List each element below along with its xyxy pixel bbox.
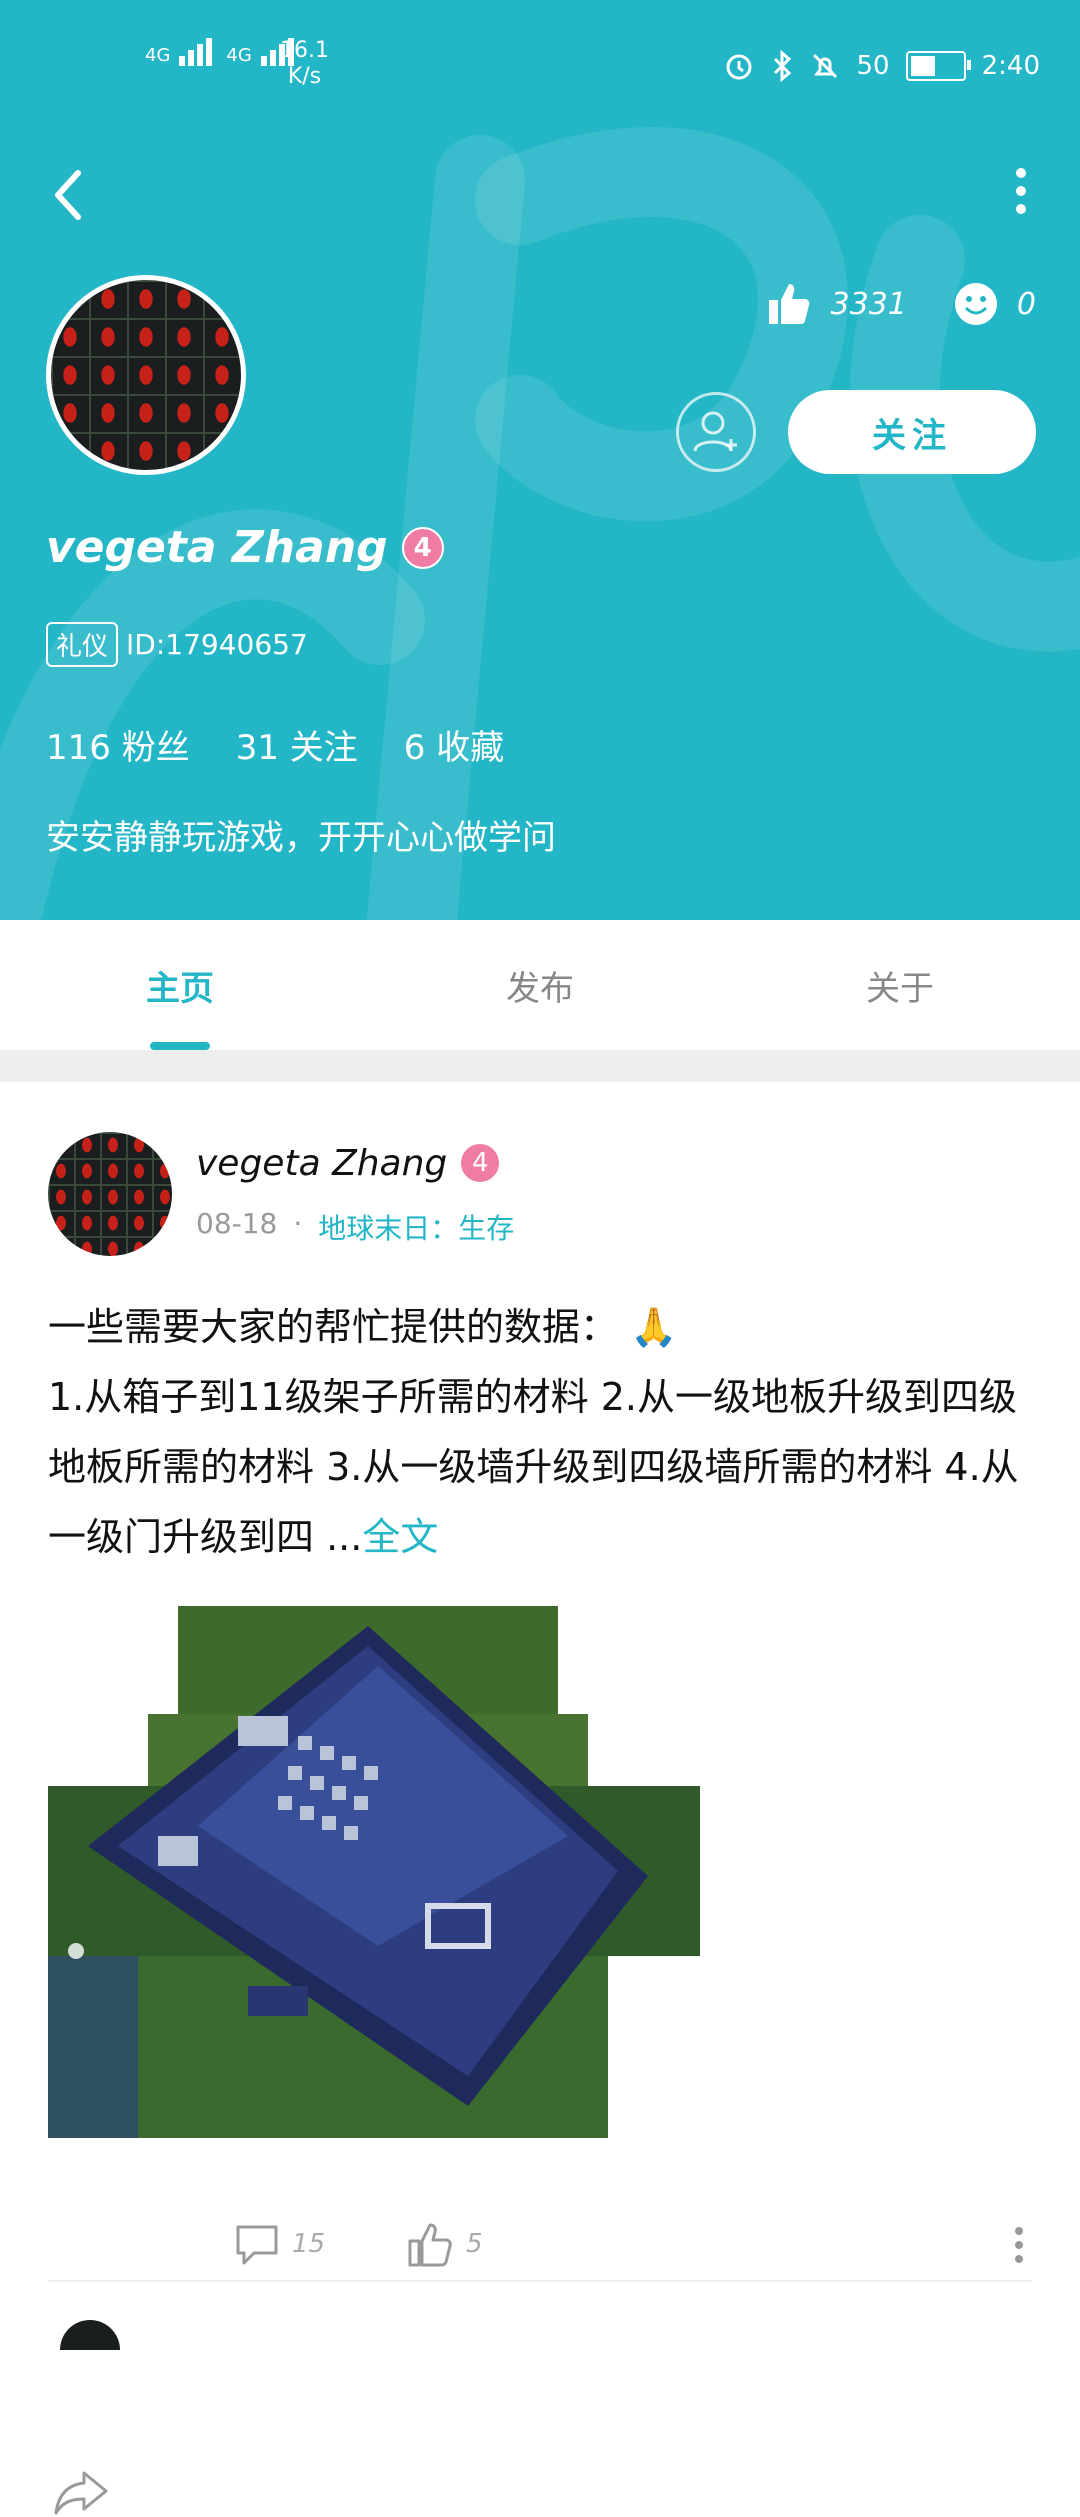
user-id: ID:17940657 bbox=[126, 628, 308, 661]
thumbs-up-icon[interactable] bbox=[765, 280, 813, 328]
bluetooth-icon bbox=[773, 50, 791, 82]
profile-counts: 116 粉丝 31 关注 6 收藏 bbox=[46, 720, 504, 769]
post-separator bbox=[48, 2280, 1032, 2282]
status-bar: 4G 4G 16.1 K/s 50 2:40 bbox=[0, 0, 1080, 130]
watermark-logo bbox=[0, 127, 1080, 920]
post-first-line: 一些需要大家的帮忙提供的数据： 🙏 bbox=[48, 1305, 678, 1349]
back-arrow-icon[interactable] bbox=[48, 165, 88, 225]
profile-id-row: 礼仪 ID:17940657 bbox=[46, 622, 308, 667]
level-badge: 4 bbox=[401, 526, 444, 569]
meta-dot: · bbox=[293, 1207, 303, 1240]
post-meta: 08-18 · 地球末日：生存 bbox=[196, 1207, 514, 1247]
comment-icon bbox=[236, 2225, 278, 2265]
smile-icon[interactable] bbox=[953, 281, 999, 327]
post-actions: 15 5 bbox=[0, 2167, 1080, 2515]
profile-name: vegeta Zhang 4 bbox=[46, 522, 444, 573]
network-speed: 16.1 K/s bbox=[280, 38, 329, 89]
add-friend-button[interactable] bbox=[676, 392, 756, 472]
post-author-name[interactable]: vegeta Zhang bbox=[196, 1143, 447, 1184]
post-category[interactable]: 地球末日：生存 bbox=[318, 1207, 514, 1247]
post-author[interactable]: vegeta Zhang 4 bbox=[196, 1142, 502, 1184]
comment-action[interactable]: 15 bbox=[232, 2219, 325, 2269]
more-menu-icon[interactable] bbox=[1014, 168, 1028, 218]
section-divider bbox=[0, 1050, 1080, 1082]
fans-count[interactable]: 116 粉丝 bbox=[46, 720, 190, 769]
follow-button[interactable]: 关注 bbox=[788, 390, 1036, 474]
tab-about[interactable]: 关于 bbox=[720, 920, 1080, 1050]
tab-posts[interactable]: 发布 bbox=[360, 920, 720, 1050]
next-post-avatar-peek bbox=[60, 2320, 120, 2350]
post-text[interactable]: 一些需要大家的帮忙提供的数据： 🙏 1.从箱子到11级架子所需的材料 2.从一级… bbox=[48, 1292, 1028, 1572]
post-more-icon[interactable] bbox=[1015, 2227, 1023, 2263]
battery-percent: 50 bbox=[856, 51, 890, 81]
comment-count: 15 bbox=[292, 2229, 326, 2259]
post-body: 1.从箱子到11级架子所需的材料 2.从一级地板升级到四级地板所需的材料 3.从… bbox=[48, 1375, 1019, 1559]
mute-bell-icon bbox=[812, 53, 837, 79]
like-icon bbox=[408, 2223, 452, 2267]
post-level-badge: 4 bbox=[459, 1142, 502, 1184]
add-user-icon bbox=[693, 411, 737, 452]
following-count[interactable]: 31 关注 bbox=[236, 720, 358, 769]
profile-reactions: 3331 0 bbox=[765, 280, 1036, 328]
profile-bio: 安安静静玩游戏，开开心心做学问 bbox=[46, 818, 556, 858]
alarm-icon bbox=[726, 54, 752, 80]
post-date: 08-18 bbox=[196, 1207, 278, 1240]
signal-icon: 4G bbox=[145, 38, 213, 66]
battery-icon bbox=[905, 51, 971, 81]
tab-home[interactable]: 主页 bbox=[0, 920, 360, 1050]
avatar[interactable] bbox=[46, 275, 246, 475]
profile-header: 4G 4G 16.1 K/s 50 2:40 3331 0 关注 vegeta … bbox=[0, 0, 1080, 920]
post-author-avatar[interactable] bbox=[48, 1132, 172, 1256]
favorites-count[interactable]: 6 收藏 bbox=[404, 720, 504, 769]
like-count: 5 bbox=[466, 2229, 483, 2259]
post-image[interactable] bbox=[48, 1606, 700, 2138]
share-icon[interactable] bbox=[52, 2467, 110, 2517]
read-more-link[interactable]: 全文 bbox=[362, 1515, 438, 1559]
profile-name-text: vegeta Zhang bbox=[46, 522, 388, 573]
like-action[interactable]: 5 bbox=[406, 2219, 483, 2269]
clock: 2:40 bbox=[981, 51, 1040, 81]
profile-tabs: 主页 发布 关于 bbox=[0, 920, 1080, 1050]
honor-tag[interactable]: 礼仪 bbox=[46, 622, 119, 667]
